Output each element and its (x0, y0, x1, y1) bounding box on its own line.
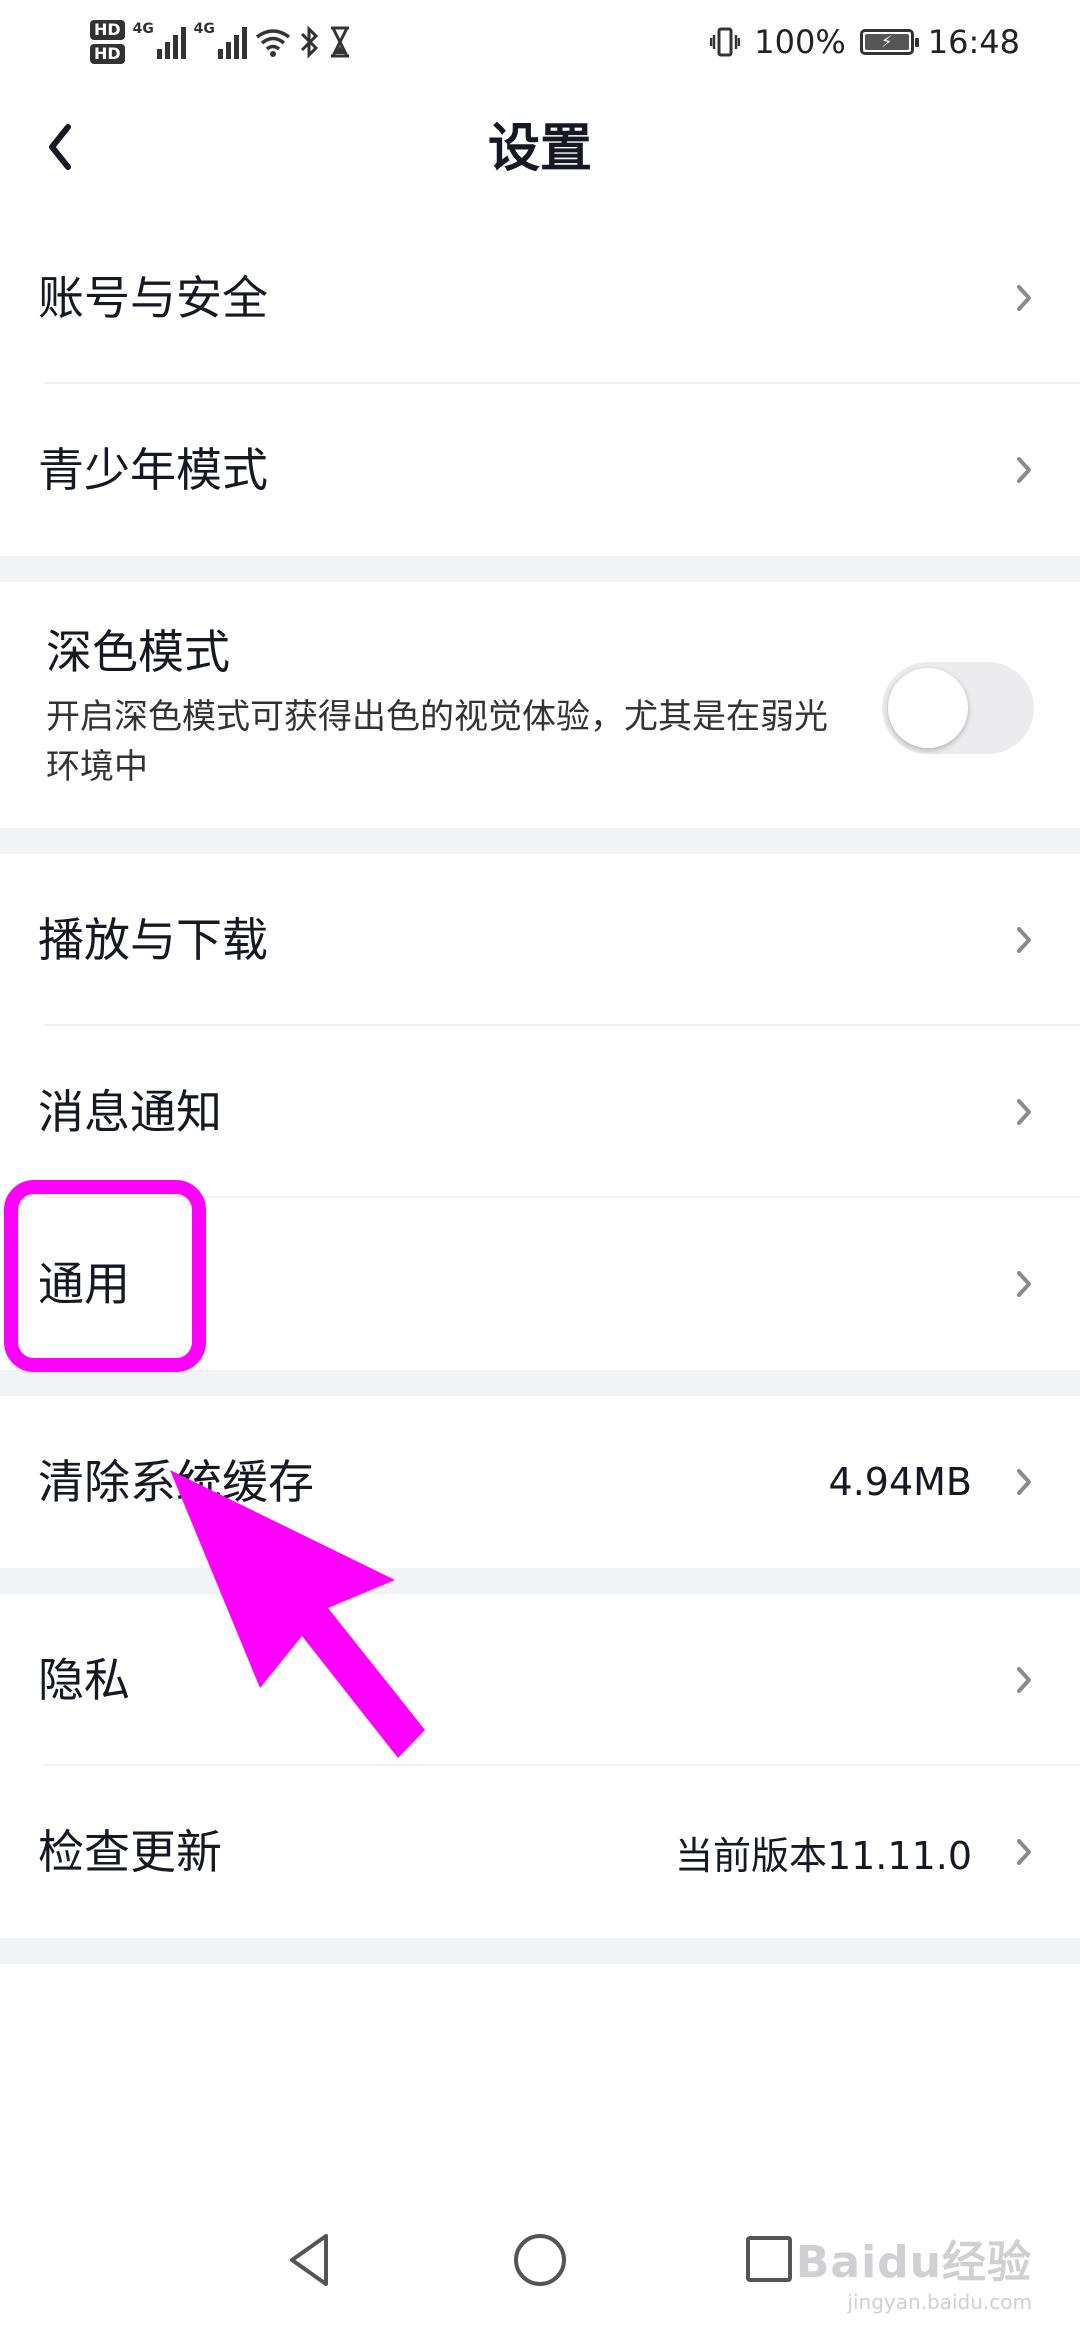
chevron-right-icon (1017, 1839, 1031, 1865)
section-divider (0, 1370, 1080, 1396)
setting-label: 检查更新 (38, 1825, 222, 1879)
vibrate-icon (710, 27, 741, 57)
chevron-right-icon (1017, 927, 1031, 953)
hourglass-icon (330, 26, 349, 58)
hd-badge-1: HD (90, 20, 125, 40)
toggle-knob (888, 668, 968, 748)
chevron-right-icon (1017, 457, 1031, 483)
battery-percent: 100% (754, 23, 846, 61)
setting-playback-download[interactable]: 播放与下载 (0, 854, 1080, 1026)
setting-label: 消息通知 (38, 1085, 222, 1139)
section-divider (0, 1938, 1080, 1964)
battery-icon: ⚡ (859, 29, 919, 55)
status-right: 100% ⚡ 16:48 (710, 14, 1020, 70)
setting-youth-mode[interactable]: 青少年模式 (0, 384, 1080, 556)
chevron-right-icon (1017, 1099, 1031, 1125)
wifi-icon (255, 29, 290, 57)
setting-label: 青少年模式 (38, 443, 268, 497)
chevron-right-icon (1017, 1667, 1031, 1693)
network-type-1: 4G (132, 21, 154, 37)
setting-label: 账号与安全 (38, 271, 268, 325)
setting-check-update[interactable]: 检查更新 当前版本11.11.0 (0, 1766, 1080, 1938)
header: 设置 (0, 86, 1080, 212)
setting-account-security[interactable]: 账号与安全 (0, 212, 1080, 384)
bluetooth-icon (300, 25, 318, 59)
section-divider (0, 828, 1080, 854)
cache-size: 4.94MB (828, 1460, 972, 1504)
pointer-arrow-icon (170, 1470, 425, 1758)
network-type-2: 4G (193, 21, 215, 37)
chevron-right-icon (1017, 1469, 1031, 1495)
chevron-right-icon (1017, 285, 1031, 311)
setting-label: 隐私 (38, 1653, 130, 1707)
highlight-box (4, 1180, 206, 1372)
setting-label: 播放与下载 (38, 913, 268, 967)
setting-dark-mode: 深色模式 开启深色模式可获得出色的视觉体验，尤其是在弱光环境中 (0, 582, 1080, 828)
dark-mode-title: 深色模式 (46, 625, 230, 679)
status-left: HD HD 4G 4G (90, 14, 351, 70)
section-divider (0, 556, 1080, 582)
hd-indicator: HD HD (90, 20, 125, 64)
navigation-bar: Baidu经验 jingyan.baidu.com (0, 2190, 1080, 2340)
signal-icon: 4G (133, 21, 186, 59)
status-bar: HD HD 4G 4G 100% ⚡ 16:48 (0, 0, 1080, 86)
watermark: Baidu经验 jingyan.baidu.com (796, 2226, 1032, 2314)
back-triangle-icon[interactable] (284, 2230, 334, 2290)
settings-screen: HD HD 4G 4G 100% ⚡ 16:48 设置 账号与安全 青少年模式 … (0, 0, 1080, 2340)
dark-mode-toggle[interactable] (882, 662, 1034, 754)
signal-icon-2: 4G (194, 21, 247, 59)
watermark-text: Baidu经验 (795, 2237, 1032, 2288)
page-title: 设置 (487, 119, 592, 179)
hd-badge-2: HD (90, 44, 125, 64)
clock: 16:48 (927, 23, 1020, 61)
chevron-right-icon (1017, 1271, 1031, 1297)
dark-mode-description: 开启深色模式可获得出色的视觉体验，尤其是在弱光环境中 (46, 697, 828, 787)
setting-notifications[interactable]: 消息通知 (0, 1026, 1080, 1198)
app-version: 当前版本11.11.0 (674, 1833, 972, 1878)
watermark-url: jingyan.baidu.com (847, 2290, 1032, 2314)
recents-square-icon[interactable] (744, 2230, 794, 2290)
home-circle-icon[interactable] (512, 2230, 568, 2290)
